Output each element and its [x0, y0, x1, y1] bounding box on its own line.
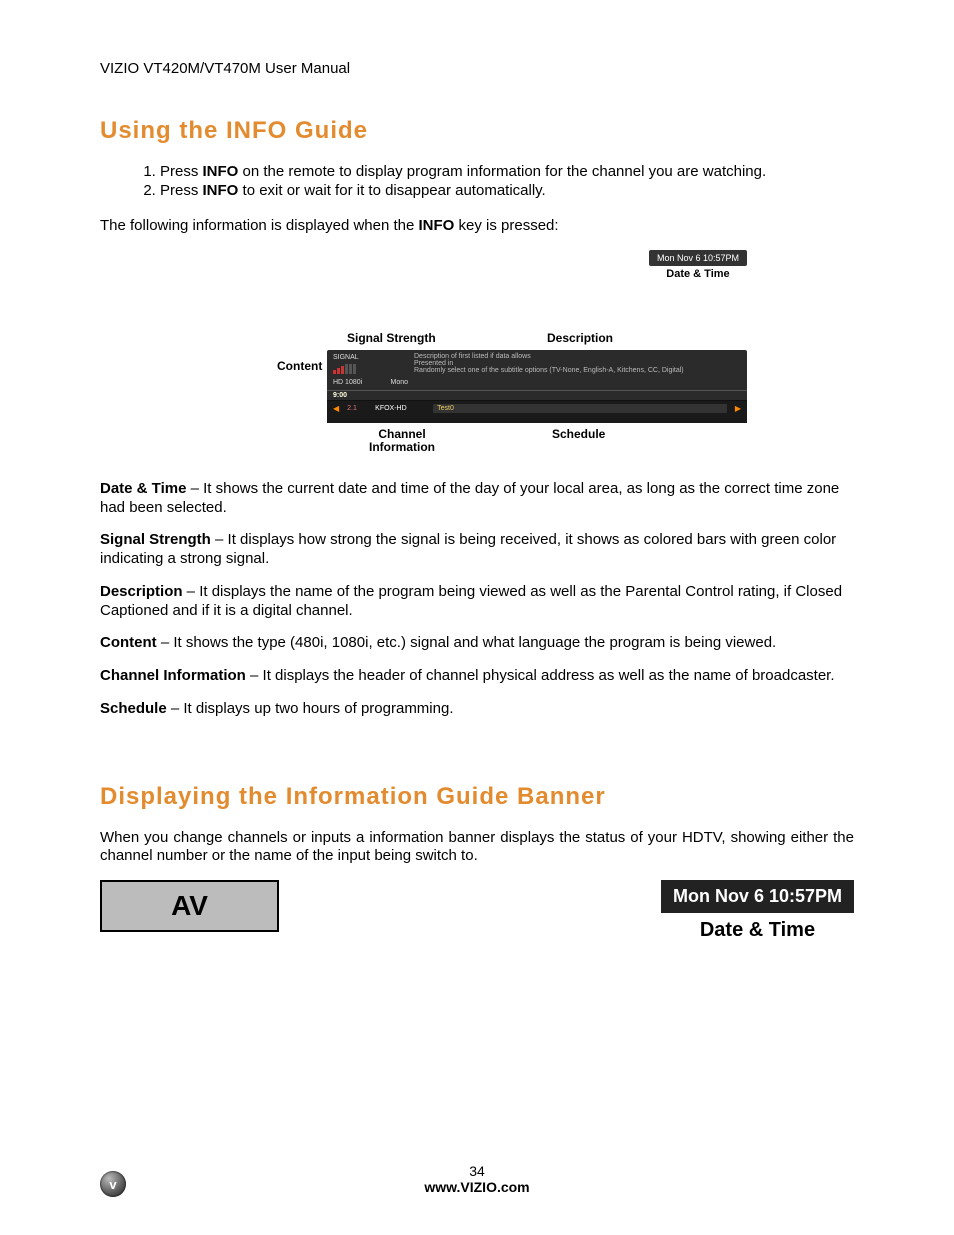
definition-paragraph: Schedule – It displays up two hours of p… [100, 700, 854, 719]
datetime-callout: Mon Nov 6 10:57PM Date & Time [649, 250, 747, 280]
datetime-banner-wrapper: Mon Nov 6 10:57PM Date & Time [661, 880, 854, 942]
osd-panel: SIGNAL HD 1080i Mono Description of firs… [327, 350, 747, 423]
step-text: to exit or wait for it to disappear auto… [238, 182, 545, 199]
triangle-left-icon: ◀ [333, 404, 339, 413]
section-title-info-guide: Using the INFO Guide [100, 117, 854, 145]
lead-paragraph: The following information is displayed w… [100, 217, 854, 236]
osd-desc-line: Randomly select one of the subtitle opti… [414, 367, 741, 374]
page: VIZIO VT420M/VT470M User Manual Using th… [0, 0, 954, 1235]
label-signal-strength: Signal Strength [347, 332, 436, 345]
definition-text: – It shows the current date and time of … [100, 480, 839, 516]
step-bold: INFO [203, 182, 239, 199]
definition-term: Content [100, 634, 157, 651]
banner-diagram: AV Mon Nov 6 10:57PM Date & Time [100, 880, 854, 942]
av-box-wrapper: AV [100, 880, 279, 932]
definition-paragraph: Content – It shows the type (480i, 1080i… [100, 634, 854, 653]
osd-signal-word: SIGNAL [333, 353, 408, 362]
osd-description-block: Description of first listed if data allo… [414, 353, 741, 387]
label-description: Description [547, 332, 613, 345]
step-text: Press [160, 182, 203, 199]
footer-url: www.VIZIO.com [0, 1179, 954, 1195]
definition-term: Channel Information [100, 667, 246, 684]
definition-paragraph: Date & Time – It shows the current date … [100, 480, 854, 518]
osd-resolution: HD 1080i [333, 378, 362, 387]
page-number: 34 [0, 1163, 954, 1179]
osd-program-name: Test0 [433, 404, 727, 413]
label-channel-information: Channel Information [357, 428, 447, 454]
label-schedule: Schedule [552, 428, 605, 441]
osd-channel-name: KFOX-HD [375, 405, 425, 412]
osd-schedule-time: 9:00 [327, 391, 747, 401]
definition-text: – It displays how strong the signal is b… [100, 531, 836, 567]
definition-text: – It shows the type (480i, 1080i, etc.) … [157, 634, 777, 651]
av-input-box: AV [100, 880, 279, 932]
triangle-right-icon: ▶ [735, 404, 741, 413]
datetime-pill: Mon Nov 6 10:57PM [649, 250, 747, 266]
page-footer: 34 www.VIZIO.com [0, 1163, 954, 1195]
definition-term: Date & Time [100, 480, 186, 497]
datetime-caption: Date & Time [666, 268, 729, 280]
datetime-banner-caption: Date & Time [700, 919, 815, 942]
label-content: Content [277, 360, 322, 373]
osd-schedule-row: ◀ 2.1 KFOX-HD Test0 ▶ [327, 401, 747, 423]
list-item: Press INFO to exit or wait for it to dis… [160, 182, 854, 199]
osd-desc-line: Description of first listed if data allo… [414, 353, 741, 360]
definition-paragraph: Channel Information – It displays the he… [100, 667, 854, 686]
definition-paragraph: Description – It displays the name of th… [100, 583, 854, 621]
definition-text: – It displays the name of the program be… [100, 583, 842, 619]
definition-term: Schedule [100, 700, 167, 717]
info-guide-diagram: Mon Nov 6 10:57PM Date & Time Signal Str… [207, 250, 747, 470]
definition-term: Description [100, 583, 183, 600]
step-text: on the remote to display program informa… [238, 163, 766, 180]
osd-signal-block: SIGNAL HD 1080i Mono [333, 353, 408, 387]
osd-channel-number: 2.1 [347, 405, 367, 412]
banner-lead-paragraph: When you change channels or inputs a inf… [100, 829, 854, 867]
osd-desc-line: Presented in [414, 360, 741, 367]
lead-bold: INFO [419, 217, 455, 234]
osd-top-row: SIGNAL HD 1080i Mono Description of firs… [327, 350, 747, 391]
running-header: VIZIO VT420M/VT470M User Manual [100, 60, 854, 77]
info-guide-steps: Press INFO on the remote to display prog… [140, 163, 854, 199]
signal-bars-icon [333, 364, 408, 374]
list-item: Press INFO on the remote to display prog… [160, 163, 854, 180]
lead-text: The following information is displayed w… [100, 217, 419, 234]
datetime-banner: Mon Nov 6 10:57PM [661, 880, 854, 913]
step-bold: INFO [203, 163, 239, 180]
definition-text: – It displays the header of channel phys… [246, 667, 835, 684]
step-text: Press [160, 163, 203, 180]
osd-audio: Mono [390, 378, 408, 387]
lead-text: key is pressed: [454, 217, 558, 234]
definition-paragraph: Signal Strength – It displays how strong… [100, 531, 854, 569]
definition-text: – It displays up two hours of programmin… [167, 700, 454, 717]
definition-term: Signal Strength [100, 531, 211, 548]
section-title-banner: Displaying the Information Guide Banner [100, 783, 854, 811]
